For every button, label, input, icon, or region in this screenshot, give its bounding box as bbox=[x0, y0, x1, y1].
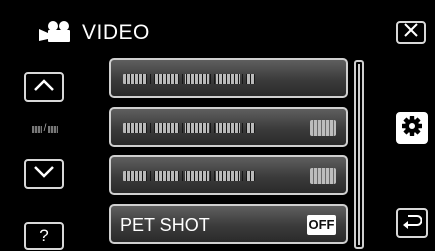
page-indicator-separator: / bbox=[43, 123, 47, 134]
close-button[interactable] bbox=[396, 21, 426, 44]
menu-item-label-obscured bbox=[123, 171, 255, 181]
scrollbar-thumb[interactable] bbox=[358, 64, 360, 245]
status-badge: OFF bbox=[307, 215, 336, 235]
menu-item[interactable] bbox=[109, 107, 348, 147]
chevron-down-icon bbox=[33, 165, 55, 184]
scroll-down-button[interactable] bbox=[24, 159, 64, 189]
menu-item[interactable] bbox=[109, 58, 348, 98]
chevron-up-icon bbox=[33, 78, 55, 97]
menu-item-value-obscured bbox=[310, 120, 336, 136]
return-icon bbox=[402, 213, 423, 234]
help-label: ? bbox=[39, 226, 49, 245]
close-icon bbox=[403, 23, 419, 42]
help-button[interactable]: ? bbox=[24, 222, 64, 250]
page-indicator-total bbox=[48, 125, 59, 133]
scroll-up-button[interactable] bbox=[24, 72, 64, 102]
menu-item-value-obscured bbox=[310, 168, 336, 184]
settings-button[interactable] bbox=[396, 112, 428, 144]
scrollbar[interactable] bbox=[354, 60, 364, 249]
page-indicator: / bbox=[28, 123, 62, 135]
menu-item[interactable] bbox=[109, 155, 348, 195]
page-indicator-current bbox=[31, 125, 42, 133]
gear-icon bbox=[401, 115, 423, 142]
menu-item-label-obscured bbox=[123, 123, 255, 133]
back-button[interactable] bbox=[396, 208, 428, 238]
video-camera-icon bbox=[36, 20, 76, 42]
menu-item-label: PET SHOT bbox=[120, 215, 210, 235]
menu-item-pet-shot[interactable]: PET SHOT OFF bbox=[109, 204, 348, 244]
page-title: VIDEO bbox=[82, 21, 150, 44]
menu-item-label-obscured bbox=[123, 74, 255, 84]
